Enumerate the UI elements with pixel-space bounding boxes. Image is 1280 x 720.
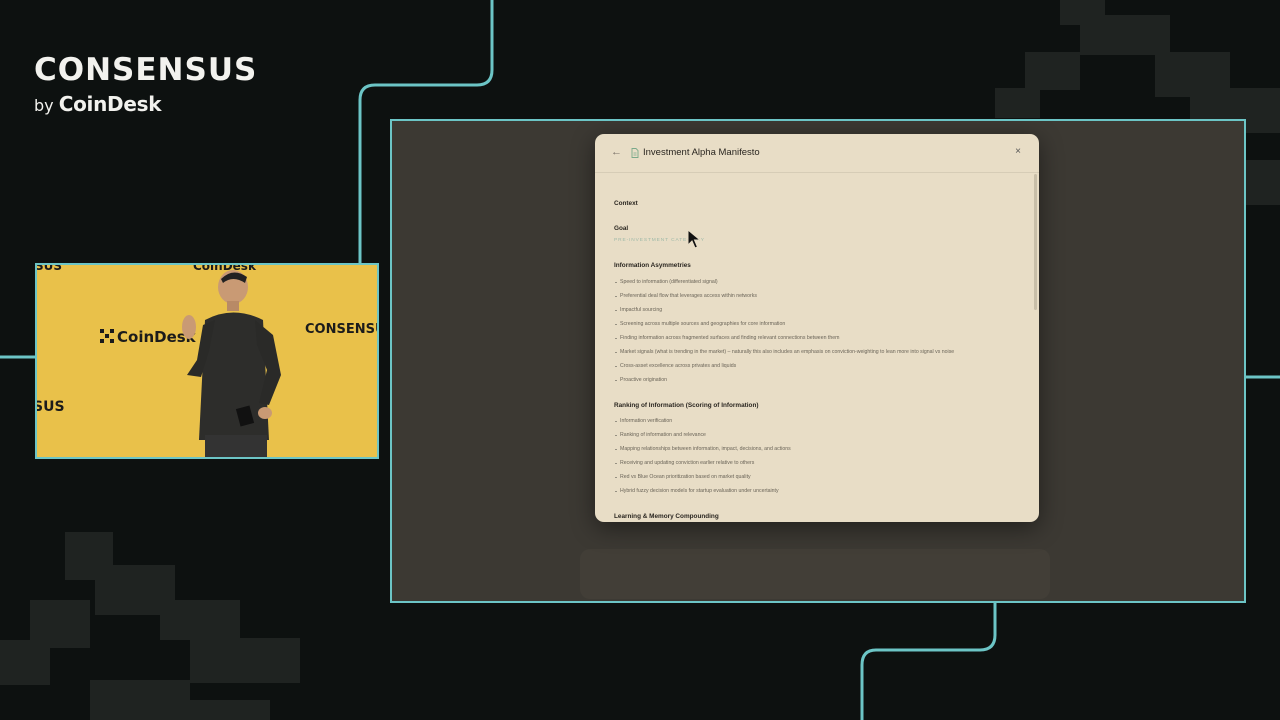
back-arrow-icon[interactable]: ←	[611, 146, 622, 158]
document-modal: ← Investment Alpha Manifesto × Context G…	[595, 134, 1039, 522]
list-item: Ranking of information and relevance	[615, 432, 706, 438]
list-item: Screening across multiple sources and ge…	[614, 321, 786, 327]
section-heading-ranking: Ranking of Information (Scoring of Infor…	[614, 402, 759, 409]
close-icon[interactable]: ×	[1015, 146, 1021, 157]
section-heading-goal: Goal	[614, 225, 629, 232]
list-item: Market signals (what is trending in the …	[614, 349, 955, 355]
brand-byline: by CoinDesk	[34, 92, 257, 116]
list-item: Speed to information (differentiated sig…	[615, 279, 718, 285]
background-blur-block	[580, 549, 1050, 599]
screen-share: ← Investment Alpha Manifesto × Context G…	[390, 119, 1246, 603]
scrollbar[interactable]	[1034, 174, 1037, 310]
section-heading-learning: Learning & Memory Compounding	[614, 513, 719, 520]
modal-title: Investment Alpha Manifesto	[643, 147, 760, 158]
list-item: Receiving and updating conviction earlie…	[614, 460, 755, 466]
list-item: Hybrid fuzzy decision models for startup…	[615, 488, 779, 494]
section-heading-context: Context	[614, 200, 638, 207]
modal-header: ← Investment Alpha Manifesto ×	[595, 134, 1039, 173]
list-item: Finding information across fragmented su…	[614, 335, 840, 341]
list-item: Red vs Blue Ocean prioritization based o…	[615, 474, 751, 480]
list-item: Impactful sourcing	[614, 307, 663, 313]
document-icon	[631, 148, 639, 158]
mouse-cursor-icon	[687, 229, 701, 249]
brand-name: CONSENSUS	[34, 52, 258, 88]
consensus-logo: CONSENSUS by CoinDesk	[34, 54, 257, 116]
section-heading-information-asymmetries: Information Asymmetries	[614, 262, 691, 269]
brand-by-label: by	[34, 96, 54, 115]
speaker-figure	[182, 270, 281, 457]
list-item: Proactive origination	[614, 377, 668, 383]
list-item: Preferential deal flow that leverages ac…	[615, 293, 757, 299]
list-item: Cross-asset excellence across privates a…	[614, 363, 737, 369]
brand-sponsor: CoinDesk	[58, 92, 162, 116]
list-item: Information verification	[614, 418, 673, 424]
speaker-video: SUS CoinDesk CoinDesk CONSENSU SUS	[35, 263, 379, 459]
list-item: Mapping relationships between informatio…	[615, 446, 791, 452]
